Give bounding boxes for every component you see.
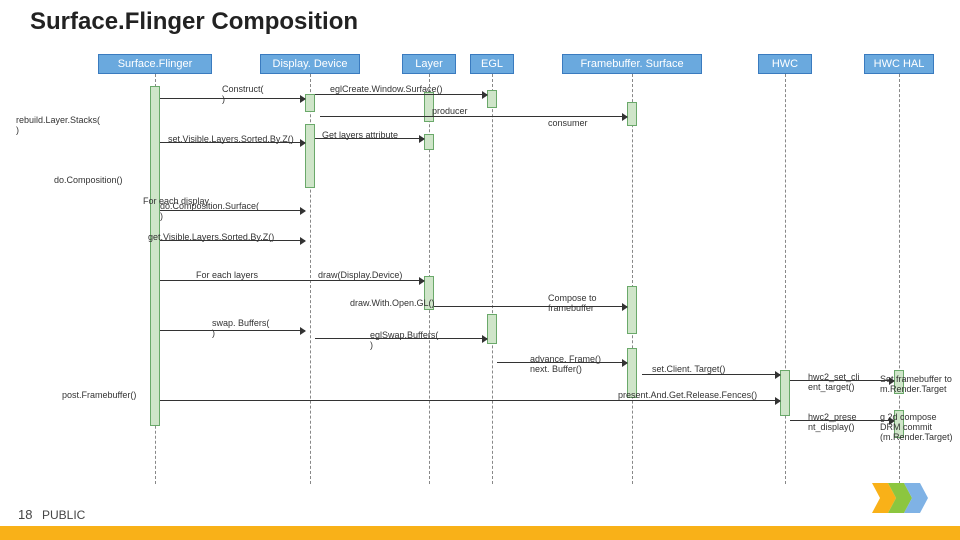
message-arrow bbox=[497, 362, 627, 363]
message-label: producer bbox=[432, 106, 468, 116]
page-number: 18 bbox=[18, 507, 32, 522]
participant-box-lyr: Layer bbox=[402, 54, 456, 74]
public-label: PUBLIC bbox=[42, 508, 85, 522]
activation-bar bbox=[424, 134, 434, 150]
activation-bar bbox=[487, 90, 497, 108]
message-arrow bbox=[160, 142, 305, 143]
message-arrow bbox=[160, 240, 305, 241]
side-note: do.Composition() bbox=[54, 175, 123, 185]
message-arrow bbox=[790, 420, 894, 421]
message-label: eglSwap.Buffers( ) bbox=[370, 330, 438, 350]
activation-bar bbox=[150, 86, 160, 426]
message-arrow bbox=[790, 380, 894, 381]
side-note: Set framebuffer to m.Render.Target bbox=[880, 374, 952, 394]
activation-bar bbox=[780, 370, 790, 416]
message-arrow bbox=[160, 210, 305, 211]
activation-bar bbox=[305, 124, 315, 188]
message-label: For each layers bbox=[196, 270, 258, 280]
participant-box-fbs: Framebuffer. Surface bbox=[562, 54, 702, 74]
accent-bar bbox=[0, 526, 960, 540]
activation-bar bbox=[305, 94, 315, 112]
message-label: draw(Display.Device) bbox=[318, 270, 402, 280]
message-label: present.And.Get.Release.Fences() bbox=[618, 390, 757, 400]
lifeline-fbs bbox=[632, 74, 633, 484]
page-title: Surface.Flinger Composition bbox=[30, 8, 358, 36]
message-label: advance. Frame() next. Buffer() bbox=[530, 354, 601, 374]
side-note: Compose to framebuffer bbox=[548, 293, 597, 313]
activation-bar bbox=[627, 286, 637, 334]
message-arrow bbox=[160, 330, 305, 331]
message-arrow bbox=[160, 98, 305, 99]
side-note: g 2d compose DRM commit (m.Render.Target… bbox=[880, 412, 953, 442]
message-arrow bbox=[315, 138, 424, 139]
message-label: consumer bbox=[548, 118, 588, 128]
message-arrow bbox=[315, 94, 487, 95]
lifeline-egl bbox=[492, 74, 493, 484]
message-label: hwc2_set_cli ent_target() bbox=[808, 372, 860, 392]
message-label: Construct( ) bbox=[222, 84, 264, 104]
message-label: eglCreate.Window.Surface() bbox=[330, 84, 443, 94]
message-label: post.Framebuffer() bbox=[62, 390, 136, 400]
participant-box-sf: Surface.Flinger bbox=[98, 54, 212, 74]
message-label: set.Client. Target() bbox=[652, 364, 725, 374]
participant-box-hal: HWC HAL bbox=[864, 54, 934, 74]
nxp-logo-icon bbox=[872, 478, 932, 518]
message-label: swap. Buffers( ) bbox=[212, 318, 269, 338]
message-arrow bbox=[320, 116, 627, 117]
message-label: draw.With.Open.GL() bbox=[350, 298, 435, 308]
participant-box-egl: EGL bbox=[470, 54, 514, 74]
message-arrow bbox=[160, 400, 780, 401]
message-arrow bbox=[315, 338, 487, 339]
message-arrow bbox=[434, 306, 627, 307]
participant-box-hwc: HWC bbox=[758, 54, 812, 74]
message-label: hwc2_prese nt_display() bbox=[808, 412, 857, 432]
message-arrow bbox=[160, 280, 424, 281]
lifeline-hwc bbox=[785, 74, 786, 484]
message-arrow bbox=[642, 374, 780, 375]
activation-bar bbox=[487, 314, 497, 344]
message-label: do.Composition.Surface( ) bbox=[160, 201, 259, 221]
slide: Surface.Flinger Composition Surface.Flin… bbox=[0, 0, 960, 540]
activation-bar bbox=[627, 102, 637, 126]
side-note: rebuild.Layer.Stacks( ) bbox=[16, 115, 100, 135]
participant-box-dd: Display. Device bbox=[260, 54, 360, 74]
